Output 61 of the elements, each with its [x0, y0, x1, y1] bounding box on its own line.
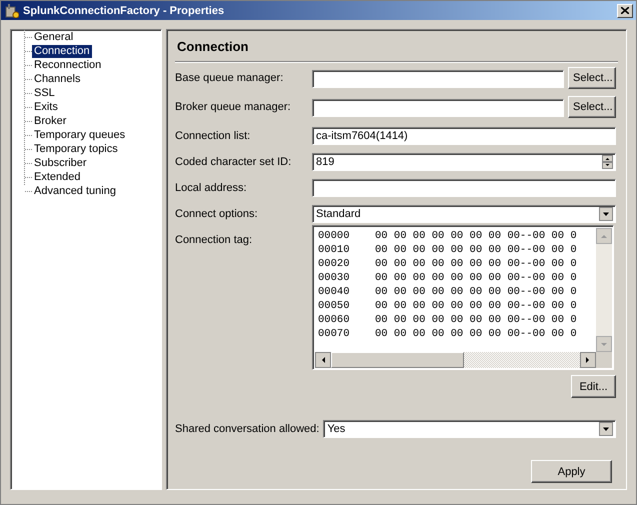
hex-bytes: 00 00 00 00 00 00 00 00--00 00 0 [375, 230, 577, 244]
text-field[interactable] [312, 179, 616, 197]
vertical-scrollbar[interactable] [596, 228, 612, 352]
hex-offset: 00060 [318, 314, 351, 328]
panel-title: Connection [176, 38, 250, 56]
close-icon [621, 7, 629, 14]
app-icon [5, 4, 19, 18]
field-label: Connect options: [175, 207, 259, 220]
hex-offset: 00070 [318, 328, 351, 342]
hex-offset: 00010 [318, 244, 351, 258]
horizontal-scrollbar[interactable] [315, 352, 612, 368]
hex-offset: 00050 [318, 300, 351, 314]
tree-item[interactable]: Reconnection [32, 58, 104, 72]
text-field[interactable]: ca-itsm7604(1414) [312, 127, 616, 145]
text-field[interactable] [312, 99, 564, 117]
scroll-down-icon [596, 336, 612, 352]
window-title: SplunkConnectionFactory - Properties [23, 4, 226, 16]
hex-bytes: 00 00 00 00 00 00 00 00--00 00 0 [375, 244, 577, 258]
field-label: Shared conversation allowed: [175, 422, 320, 435]
tree-item[interactable]: Temporary queues [32, 128, 128, 142]
tree-item[interactable]: Subscriber [32, 156, 89, 170]
hex-offset: 00030 [318, 272, 351, 286]
spin-field[interactable]: 819 [312, 153, 616, 171]
hex-bytes: 00 00 00 00 00 00 00 00--00 00 0 [375, 272, 577, 286]
hex-offset: 00020 [318, 258, 351, 272]
hex-bytes: 00 00 00 00 00 00 00 00--00 00 0 [375, 258, 577, 272]
field-label: Broker queue manager: [175, 100, 292, 113]
select-button[interactable]: Select... [568, 67, 616, 89]
apply-button[interactable]: Apply [531, 460, 612, 483]
tree-item[interactable]: Exits [32, 100, 60, 114]
scroll-left-icon [315, 352, 331, 368]
text-field[interactable] [312, 70, 564, 88]
dropdown[interactable]: Yes [323, 420, 616, 438]
field-label: Local address: [175, 181, 248, 194]
hex-editor[interactable] [312, 225, 614, 370]
hex-bytes: 00 00 00 00 00 00 00 00--00 00 0 [375, 286, 577, 300]
field-label: Coded character set ID: [175, 155, 292, 168]
field-label: Base queue manager: [175, 71, 284, 84]
tree-item[interactable]: Extended [32, 170, 82, 184]
hex-offset: 00000 [318, 230, 351, 244]
hex-offset: 00040 [318, 286, 351, 300]
field-label: Connection list: [175, 129, 252, 142]
field-label: Connection tag: [175, 233, 254, 246]
hex-bytes: 00 00 00 00 00 00 00 00--00 00 0 [375, 314, 577, 328]
tree-item[interactable]: Channels [32, 72, 82, 86]
scroll-right-icon [580, 352, 596, 368]
spinner-arrows-icon [602, 155, 613, 169]
tree-item[interactable]: General [32, 30, 76, 44]
tree-item[interactable]: SSL [32, 86, 57, 100]
tree-item[interactable]: Temporary topics [32, 142, 120, 156]
tree-item[interactable]: Broker [32, 114, 68, 128]
edit-button[interactable]: Edit... [571, 375, 616, 398]
hex-bytes: 00 00 00 00 00 00 00 00--00 00 0 [375, 300, 577, 314]
close-button[interactable] [617, 4, 633, 18]
tree-item[interactable]: Advanced tuning [32, 184, 118, 198]
scroll-thumb[interactable] [331, 352, 464, 368]
scroll-up-icon [596, 228, 612, 244]
tree-item[interactable]: Connection [32, 44, 92, 58]
dropdown[interactable]: Standard [312, 205, 616, 223]
hex-bytes: 00 00 00 00 00 00 00 00--00 00 0 [375, 328, 577, 342]
select-button[interactable]: Select... [568, 96, 616, 118]
